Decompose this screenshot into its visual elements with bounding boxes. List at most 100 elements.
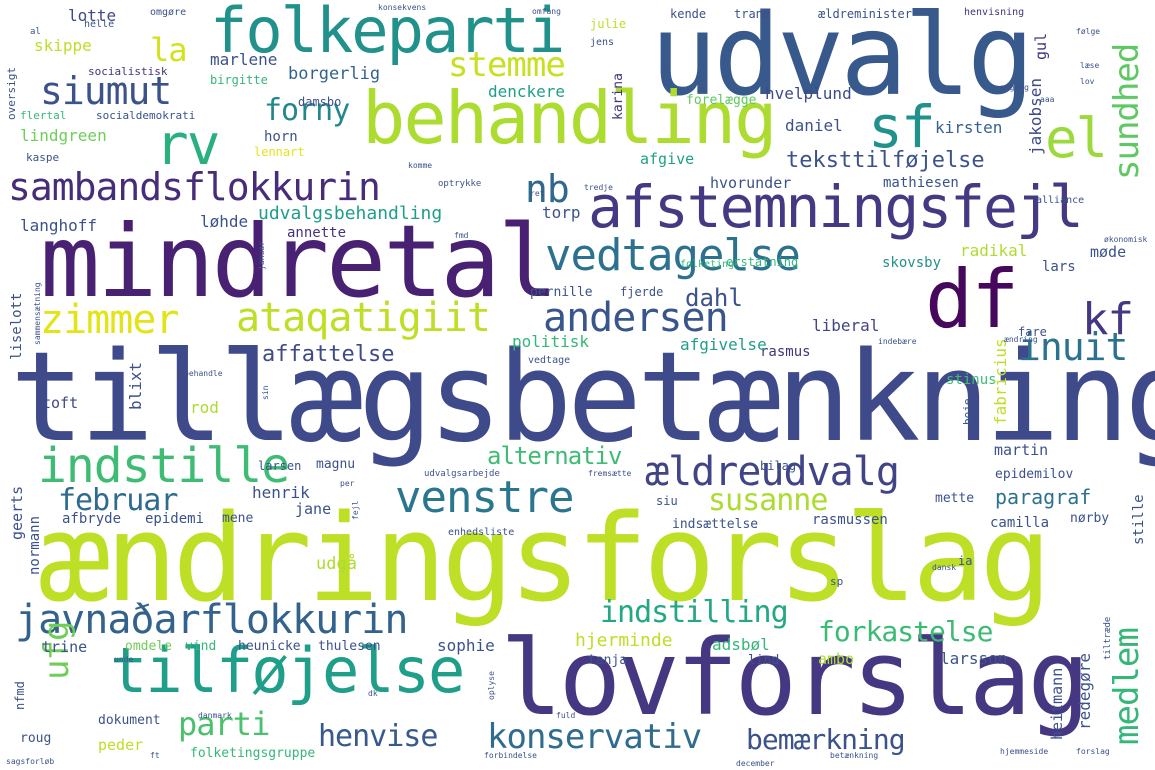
word: oplyse (487, 671, 496, 700)
word: gul (1032, 32, 1050, 60)
word: langhoff (20, 216, 98, 235)
word: la (150, 31, 188, 69)
word: el (1045, 107, 1108, 170)
word: dahl (685, 284, 743, 312)
word: ældreminister (818, 7, 912, 21)
word: fremsætte (588, 469, 632, 478)
word: ataqatigiit (236, 295, 491, 341)
word: larsen (258, 459, 302, 473)
word: denckere (488, 82, 566, 101)
word: normann (27, 515, 43, 575)
word: mene (222, 511, 254, 526)
word: henvisning (964, 7, 1025, 18)
word: sin (261, 385, 270, 400)
word: sundhed (1107, 43, 1147, 180)
word: henvise (318, 719, 438, 754)
word: geerts (8, 485, 26, 540)
word: per (340, 479, 355, 488)
word: toft (42, 394, 79, 412)
word: susanne (708, 483, 828, 518)
word: epidemilov (995, 467, 1074, 482)
word: peder (98, 736, 144, 754)
word: boje (961, 398, 974, 426)
word: dk (368, 689, 378, 698)
word: torp (542, 203, 581, 222)
word: udgå (316, 554, 357, 574)
word: fejl (351, 500, 360, 520)
word: hvorunder (710, 174, 792, 192)
word: annette (287, 225, 347, 241)
word: dansk (932, 563, 957, 572)
word: magnu (316, 457, 356, 472)
word: tiltræde (1103, 616, 1113, 660)
word: zimmer (40, 297, 179, 343)
word: økonomisk (1104, 235, 1148, 244)
word: lennart (254, 145, 305, 159)
word: skovsby (882, 255, 942, 271)
word: heunicke (238, 639, 301, 654)
word: liselott (9, 292, 25, 360)
word: mathiesen (883, 175, 959, 191)
word: radikal (960, 241, 1028, 260)
word: kende (670, 7, 707, 21)
word: betænkning (830, 751, 879, 760)
word: udvalgsbehandling (258, 203, 443, 224)
word: følge (1076, 27, 1101, 36)
word: camilla (990, 515, 1050, 531)
word: lind (748, 653, 780, 668)
word: julie (590, 17, 627, 31)
word: ia (958, 554, 973, 568)
word: df (925, 253, 1019, 346)
word: heitmann (1048, 667, 1066, 740)
word: jens (590, 37, 615, 48)
word: epidemi (145, 511, 205, 527)
word: stemme (448, 45, 566, 85)
word: konservativ (487, 717, 702, 757)
word: socialdemokrati (96, 109, 196, 122)
word: optrykke (438, 179, 482, 189)
word: afgivelse (680, 335, 767, 354)
word: hjemmeside (1000, 747, 1049, 756)
word: forbindelse (484, 751, 537, 760)
word: oversigt (5, 67, 18, 120)
word: birgitte (210, 73, 268, 87)
word: stinus (946, 372, 997, 388)
word: tanja (588, 653, 628, 668)
word: vedtage (528, 355, 571, 366)
word: forkastelse (818, 615, 993, 648)
word-cloud: tillægsbetænkning ændringsforslag mindre… (0, 0, 1155, 770)
word: ændring (1004, 335, 1038, 344)
word: kirsten (935, 118, 1003, 137)
word: rasmussen (812, 512, 888, 528)
word: hvelplund (765, 84, 852, 103)
word: tredje (584, 183, 613, 192)
word: sammensætning (33, 282, 42, 345)
word: fuld (556, 711, 576, 720)
word: liberal (812, 316, 880, 335)
word: læse (1080, 61, 1100, 70)
word: forelægge (686, 93, 757, 108)
word: nfmd (13, 681, 27, 710)
word: lov (1080, 77, 1095, 86)
word: sp (830, 575, 844, 588)
word: lindgreen (20, 126, 107, 145)
word: ft (150, 751, 160, 760)
word: alternativ (487, 442, 622, 470)
word: omfang (532, 7, 561, 16)
word: redegøre (1075, 652, 1094, 730)
word: erstatning (726, 255, 799, 269)
word: rasmus (760, 344, 811, 360)
word: januar (257, 241, 266, 270)
word: afstemningsfejl (588, 173, 1084, 241)
word: behandle (184, 369, 223, 378)
word: larsson (940, 649, 1008, 668)
word: rv (155, 113, 220, 178)
word: december (736, 759, 775, 768)
word: trine (42, 638, 88, 656)
word: møde (1090, 243, 1127, 261)
word: rod (190, 398, 219, 417)
word: sagsforløb (6, 757, 55, 766)
word: sophie (437, 636, 495, 655)
word: helle (84, 19, 115, 30)
word: thulesen (318, 639, 381, 654)
